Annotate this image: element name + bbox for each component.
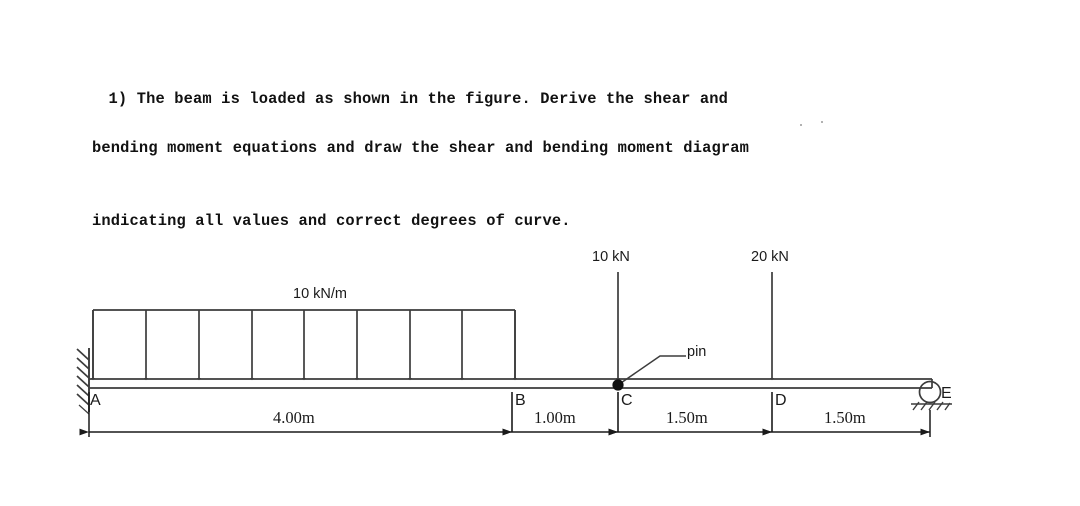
node-label-D: D bbox=[775, 392, 787, 409]
node-label-B: B bbox=[515, 392, 526, 409]
point-load-label-D: 20 kN bbox=[751, 249, 789, 265]
beam-member bbox=[89, 378, 933, 389]
dimension-lines bbox=[79, 392, 931, 437]
point-load-label-C: 10 kN bbox=[592, 249, 630, 265]
node-label-E: E bbox=[941, 385, 952, 402]
fixed-support-A bbox=[76, 348, 90, 415]
pin-annotation-group bbox=[617, 355, 686, 386]
dimension-label-C-D: 1.50m bbox=[666, 408, 708, 427]
dimension-label-A-B: 4.00m bbox=[273, 408, 315, 427]
screenshot-page: 1) The beam is loaded as shown in the fi… bbox=[0, 0, 1080, 506]
pin-hinge-dot bbox=[612, 379, 624, 391]
roller-circle bbox=[918, 380, 942, 404]
dimension-label-D-E: 1.50m bbox=[824, 408, 866, 427]
distributed-load-label: 10 kN/m bbox=[293, 286, 347, 302]
node-label-C: C bbox=[621, 392, 633, 409]
beam-loading-diagram: 10 kN/m 10 kN 20 kN pin A B C D E 4.00m … bbox=[0, 0, 1080, 506]
pin-leader-line bbox=[617, 355, 686, 386]
pin-label: pin bbox=[687, 344, 707, 360]
beam-diagram-canvas bbox=[76, 272, 952, 437]
dimension-label-B-C: 1.00m bbox=[534, 408, 576, 427]
distributed-load-group bbox=[93, 309, 515, 379]
node-label-A: A bbox=[90, 392, 101, 409]
